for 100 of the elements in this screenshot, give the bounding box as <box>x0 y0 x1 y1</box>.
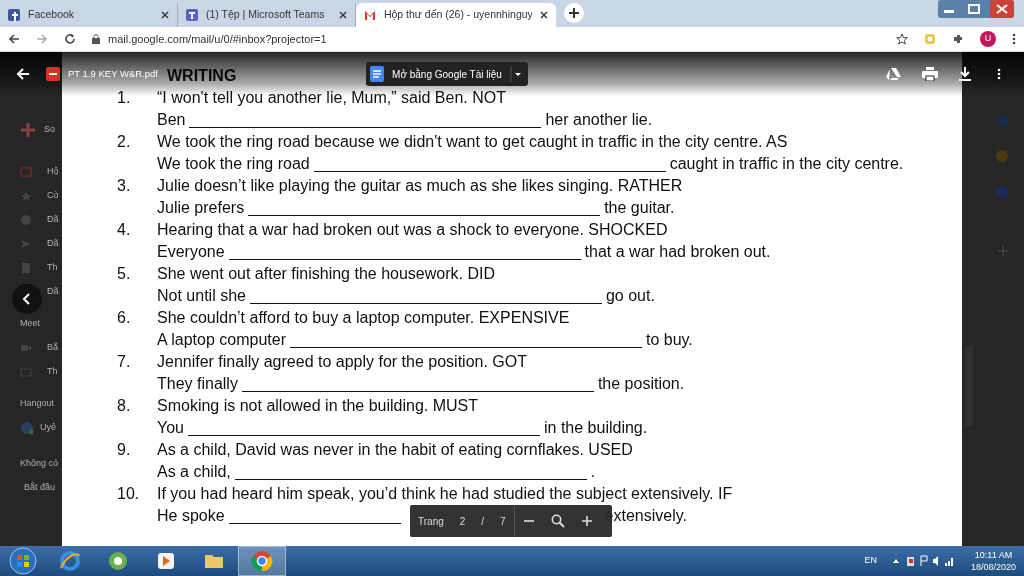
search-icon[interactable] <box>550 514 565 528</box>
question-text: If you had heard him speak, you’d think he had studied the subject extensively. IF <box>157 484 733 504</box>
sidebar-item[interactable]: Bắ <box>47 341 58 355</box>
question-text: As a child, David was never in the habit of eating cornflakes. USED <box>157 440 633 460</box>
tray-arrow-icon[interactable] <box>892 559 899 563</box>
print-icon[interactable] <box>922 67 938 81</box>
answer-end: . <box>590 462 596 482</box>
question-number: 5. <box>117 264 132 284</box>
facebook-icon <box>8 9 20 21</box>
answer-end: in the building. <box>544 418 648 438</box>
page-separator: / <box>481 514 485 529</box>
pdf-icon <box>46 67 60 81</box>
zoom-in-icon[interactable] <box>580 515 593 527</box>
add-to-drive-icon[interactable] <box>886 67 902 81</box>
page-label: Trang <box>418 514 444 529</box>
question-text: Hearing that a war had broken out was a shock to everyone. SHOCKED <box>157 220 669 240</box>
question-text: Jennifer finally agreed to apply for the position. GOT <box>157 352 528 372</box>
sidebar-item[interactable]: Đã <box>47 285 59 299</box>
new-tab-icon[interactable] <box>564 3 584 23</box>
question-text: Julie doesn’t like playing the guitar as much as she likes singing. RATHER <box>157 176 683 196</box>
browser-icon <box>107 550 129 572</box>
caret-icon <box>509 66 524 82</box>
question-number: 6. <box>117 308 132 328</box>
answer-start: We took the ring road <box>157 154 310 174</box>
sidebar-item[interactable]: Cò <box>47 189 59 203</box>
question-text: She went out after finishing the housework. DID <box>157 264 496 284</box>
question-number: 7. <box>117 352 132 372</box>
answer-end: that a war had broken out. <box>584 242 771 262</box>
answer-end: caught in traffic in the city centre. <box>669 154 904 174</box>
star-icon[interactable] <box>20 190 32 202</box>
address-field[interactable]: mail.google.com/mail/u/0/#inbox?projector=1 <box>108 30 327 48</box>
file-name: PT 1.9 KEY W&R.pdf <box>68 68 158 80</box>
question-number: 4. <box>117 220 132 240</box>
close-icon[interactable] <box>161 11 169 19</box>
section-header: Meet <box>20 317 40 331</box>
contact-name[interactable]: Uyê <box>40 421 56 435</box>
question-text: She couldn’t afford to buy a laptop computer. EXPENSIVE <box>157 308 571 328</box>
time-text: 10:11 AM <box>973 549 1014 561</box>
more-icon[interactable] <box>1012 33 1016 45</box>
tab-title: Hộp thư đến (26) - uyennhinguy <box>383 7 533 23</box>
answer-start: Not until she <box>157 286 246 306</box>
answer-end: the guitar. <box>604 198 675 218</box>
question-text: We took the ring road because we didn't want to get caught in traffic in the city centre. AS <box>157 132 789 152</box>
open-with-button[interactable]: Mở bằng Google Tài liệu <box>366 62 528 86</box>
profile-avatar[interactable]: U <box>980 31 996 47</box>
section-header: Hangout <box>20 397 55 411</box>
section-heading: WRITING <box>167 67 237 84</box>
answer-end: her another lie. <box>545 110 653 130</box>
answer-end: to buy. <box>645 330 693 350</box>
answer-start: As a child, <box>157 462 231 482</box>
mail-icon <box>364 9 376 21</box>
clock[interactable]: 10:11 AM 18/08/2020 <box>970 549 1016 573</box>
answer-start: Everyone <box>157 242 225 262</box>
question-text: Smoking is not allowed in the building. MUST <box>157 396 480 416</box>
question-number: 1. <box>117 88 132 108</box>
question-number: 8. <box>117 396 132 416</box>
question-text: “I won't tell you another lie, Mum,” said Ben. NOT <box>157 88 507 108</box>
reload-icon[interactable] <box>64 33 76 45</box>
more-icon[interactable] <box>992 67 1006 81</box>
answer-start: He spoke <box>157 506 225 526</box>
window-controls-icon[interactable] <box>938 0 1016 20</box>
date-text: 18/08/2020 <box>970 561 1016 573</box>
start-icon[interactable] <box>8 546 38 576</box>
page-number[interactable]: 2 <box>459 513 466 529</box>
sidebar-link[interactable]: Bắt đầu <box>24 481 56 495</box>
answer-start: Ben <box>157 110 186 130</box>
question-number: 9. <box>117 440 132 460</box>
system-tray-icons-drawing[interactable] <box>906 555 955 567</box>
question-number: 3. <box>117 176 132 196</box>
answer-end: go out. <box>605 286 655 306</box>
browser-tab[interactable]: Hộp thư đến (26) - uyennhinguy <box>356 3 556 27</box>
star-icon[interactable] <box>896 33 908 45</box>
tab-title: Facebook <box>28 7 76 23</box>
close-icon[interactable] <box>540 11 548 19</box>
sidebar-item[interactable]: Đã <box>47 213 59 227</box>
sidebar-note: Không có <box>20 457 59 471</box>
tab-title: (1) Tệp | Microsoft Teams <box>206 7 326 23</box>
answer-start: Julie prefers <box>157 198 245 218</box>
page-count: 7 <box>500 514 506 529</box>
language-indicator[interactable]: EN <box>864 554 877 568</box>
question-number: 2. <box>117 132 132 152</box>
answer-end: the position. <box>597 374 685 394</box>
teams-icon <box>186 9 198 21</box>
answer-start: You <box>157 418 184 438</box>
download-icon[interactable] <box>958 67 972 81</box>
answer-start: A laptop computer <box>157 330 286 350</box>
lock-icon <box>92 34 100 44</box>
puzzle-icon[interactable] <box>952 33 964 45</box>
browser-icon <box>59 550 81 572</box>
collapse-icon[interactable] <box>12 284 42 314</box>
sidebar-item[interactable]: Đã <box>47 237 59 251</box>
sidebar-item[interactable]: Th <box>47 365 58 379</box>
avatar-icon <box>20 421 34 435</box>
compose-label: So <box>44 123 55 137</box>
sidebar-item[interactable]: Th <box>47 261 58 275</box>
sidebar-item[interactable]: Hộ <box>47 165 59 179</box>
document-icon <box>370 66 385 82</box>
close-icon[interactable] <box>339 11 347 19</box>
media-player-icon <box>155 550 177 572</box>
back-icon[interactable] <box>8 33 20 45</box>
